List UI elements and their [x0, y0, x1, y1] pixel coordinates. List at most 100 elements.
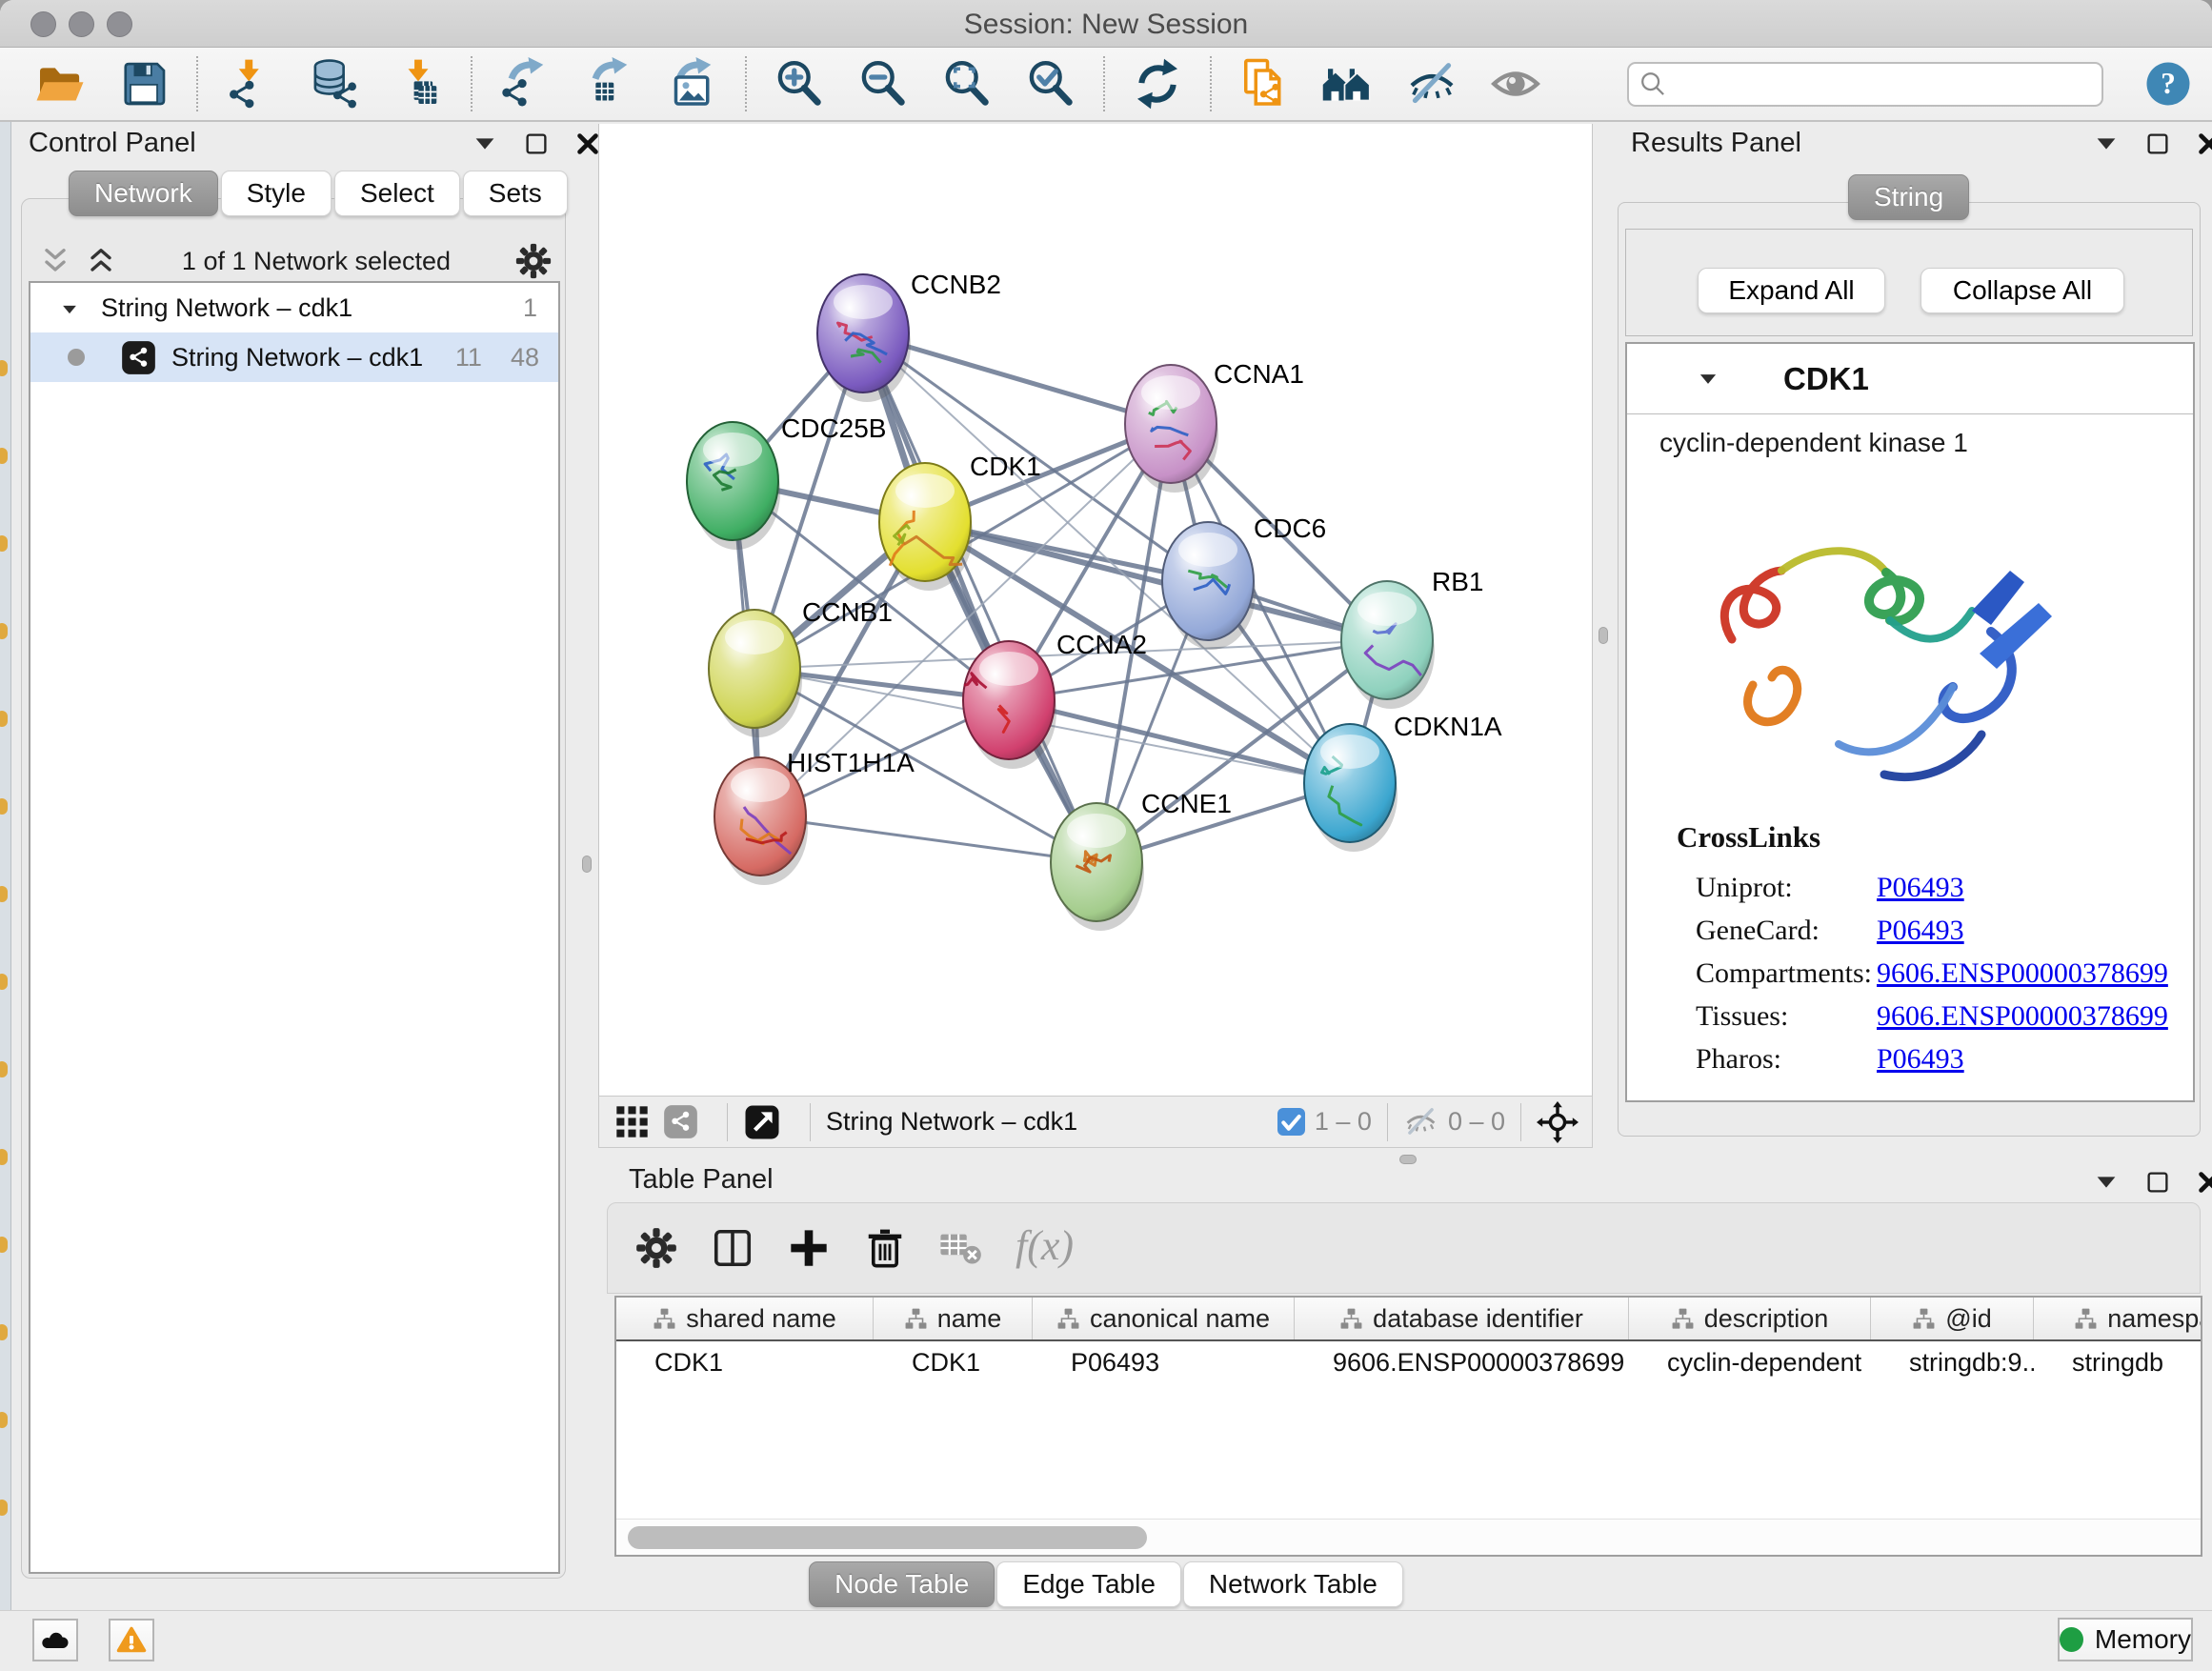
collapse-all-networks-icon[interactable]: [38, 244, 72, 278]
memory-button[interactable]: Memory: [2058, 1618, 2193, 1661]
table-options-gear-icon[interactable]: [634, 1226, 678, 1270]
close-panel-icon[interactable]: [2195, 130, 2212, 158]
refresh-layout-icon[interactable]: [1130, 56, 1185, 111]
edge-CCNB2-CCNE1[interactable]: [863, 333, 1096, 862]
network-options-gear-icon[interactable]: [514, 242, 553, 280]
expand-all-button[interactable]: Expand All: [1698, 268, 1885, 313]
zoom-selected-icon[interactable]: [1023, 56, 1078, 111]
memory-status-dot: [2060, 1627, 2083, 1652]
column-header-@id[interactable]: @id: [1871, 1298, 2034, 1339]
scrollbar-thumb[interactable]: [628, 1526, 1147, 1549]
save-session-icon[interactable]: [116, 56, 171, 111]
open-file-icon[interactable]: [32, 56, 88, 111]
export-network-icon[interactable]: [497, 56, 553, 111]
collapse-panel-icon[interactable]: [471, 130, 499, 158]
share-view-icon[interactable]: [663, 1104, 698, 1139]
tab-sets[interactable]: Sets: [463, 171, 568, 216]
node-CCNB1[interactable]: [709, 610, 802, 737]
float-panel-icon[interactable]: [2143, 1168, 2172, 1197]
node-CDK1[interactable]: [879, 463, 973, 591]
grid-view-icon[interactable]: [614, 1104, 650, 1139]
crosslink-link[interactable]: P06493: [1877, 872, 1964, 904]
gene-collapse-caret-icon[interactable]: [1696, 367, 1720, 392]
node-CDC6[interactable]: [1162, 522, 1256, 650]
column-header-description[interactable]: description: [1629, 1298, 1871, 1339]
import-database-icon[interactable]: [307, 56, 362, 111]
table-cell[interactable]: stringdb:9...: [1871, 1348, 2034, 1378]
column-header-namespace[interactable]: namespace: [2034, 1298, 2202, 1339]
close-panel-icon[interactable]: [2195, 1168, 2212, 1197]
import-table-icon[interactable]: [391, 56, 446, 111]
network-overview-icon[interactable]: [1320, 56, 1376, 111]
network-canvas[interactable]: CCNB2CCNA1CDC25BCDK1CDC6RB1CCNB1CCNA2CDK…: [598, 124, 1593, 1096]
node-CCNA2[interactable]: [963, 641, 1056, 769]
cloud-button[interactable]: [32, 1619, 78, 1661]
float-panel-icon[interactable]: [2143, 130, 2172, 158]
selected-checkbox[interactable]: [1277, 1108, 1305, 1136]
edge-HIST1H1A-CCNE1[interactable]: [760, 816, 1096, 862]
table-cell[interactable]: CDK1: [874, 1348, 1033, 1378]
node-CDC25B[interactable]: [687, 422, 780, 550]
table-cell[interactable]: stringdb: [2034, 1348, 2202, 1378]
bottom-splitter-grip[interactable]: [1399, 1155, 1417, 1164]
tab-edge-table[interactable]: Edge Table: [996, 1561, 1181, 1607]
left-splitter-grip[interactable]: [582, 856, 592, 873]
import-network-icon[interactable]: [223, 56, 278, 111]
crosslink-link[interactable]: 9606.ENSP00000378699: [1877, 1000, 2168, 1033]
tab-network-table[interactable]: Network Table: [1183, 1561, 1403, 1607]
tab-node-table[interactable]: Node Table: [809, 1561, 995, 1607]
show-columns-icon[interactable]: [711, 1226, 754, 1270]
duplicate-network-icon[interactable]: [1237, 56, 1292, 111]
table-row[interactable]: CDK1CDK1P064939606.ENSP00000378699cyclin…: [616, 1341, 2201, 1383]
search-input[interactable]: [1627, 62, 2103, 107]
network-row-selected[interactable]: String Network – cdk1 11 48: [30, 332, 558, 382]
table-horizontal-scrollbar[interactable]: [616, 1519, 2201, 1555]
crosslinks-title: CrossLinks: [1677, 820, 1820, 855]
collapse-panel-icon[interactable]: [2092, 1168, 2121, 1197]
column-header-label: database identifier: [1373, 1304, 1583, 1334]
add-column-icon[interactable]: [787, 1226, 831, 1270]
node-CCNA1[interactable]: [1125, 365, 1218, 493]
zoom-in-icon[interactable]: [772, 56, 827, 111]
column-type-icon: [1056, 1307, 1080, 1331]
tree-expand-caret-icon[interactable]: [59, 297, 80, 318]
gene-header-row[interactable]: CDK1: [1627, 344, 2193, 414]
birdseye-view-icon[interactable]: [743, 1103, 781, 1141]
tab-select[interactable]: Select: [334, 171, 460, 216]
collapse-all-button[interactable]: Collapse All: [1920, 268, 2124, 313]
column-header-canonical-name[interactable]: canonical name: [1033, 1298, 1295, 1339]
zoom-fit-icon[interactable]: [939, 56, 995, 111]
network-collection-row[interactable]: String Network – cdk1 1: [30, 283, 558, 332]
export-image-icon[interactable]: [665, 56, 720, 111]
crosslink-link[interactable]: 9606.ENSP00000378699: [1877, 957, 2168, 990]
table-cell[interactable]: CDK1: [616, 1348, 874, 1378]
results-tab-string[interactable]: String: [1848, 174, 1969, 220]
node-CCNB2[interactable]: [817, 274, 911, 402]
tab-style[interactable]: Style: [221, 171, 332, 216]
network-selection-status: 1 of 1 Network selected: [118, 247, 514, 276]
show-all-icon[interactable]: [1488, 56, 1543, 111]
export-table-icon[interactable]: [581, 56, 636, 111]
hide-selected-icon[interactable]: [1404, 56, 1459, 111]
collapse-panel-icon[interactable]: [2092, 130, 2121, 158]
delete-column-icon[interactable]: [863, 1226, 907, 1270]
column-header-name[interactable]: name: [874, 1298, 1033, 1339]
right-splitter-grip[interactable]: [1599, 627, 1608, 644]
node-CDKN1A[interactable]: [1304, 724, 1398, 852]
float-panel-icon[interactable]: [522, 130, 551, 158]
table-cell[interactable]: P06493: [1033, 1348, 1295, 1378]
table-cell[interactable]: cyclin-dependent ...: [1629, 1348, 1871, 1378]
zoom-out-icon[interactable]: [855, 56, 911, 111]
help-icon[interactable]: ?: [2145, 61, 2191, 107]
crosslink-link[interactable]: P06493: [1877, 1043, 1964, 1076]
fit-content-move-icon[interactable]: [1537, 1101, 1579, 1143]
crosslink-link[interactable]: P06493: [1877, 915, 1964, 947]
node-CCNE1[interactable]: [1051, 803, 1144, 931]
warnings-button[interactable]: [109, 1619, 154, 1661]
tab-network[interactable]: Network: [69, 171, 218, 216]
node-RB1[interactable]: [1341, 581, 1435, 709]
expand-all-networks-icon[interactable]: [84, 244, 118, 278]
column-header-shared-name[interactable]: shared name: [616, 1298, 874, 1339]
column-header-database-identifier[interactable]: database identifier: [1295, 1298, 1629, 1339]
table-cell[interactable]: 9606.ENSP00000378699: [1295, 1348, 1629, 1378]
